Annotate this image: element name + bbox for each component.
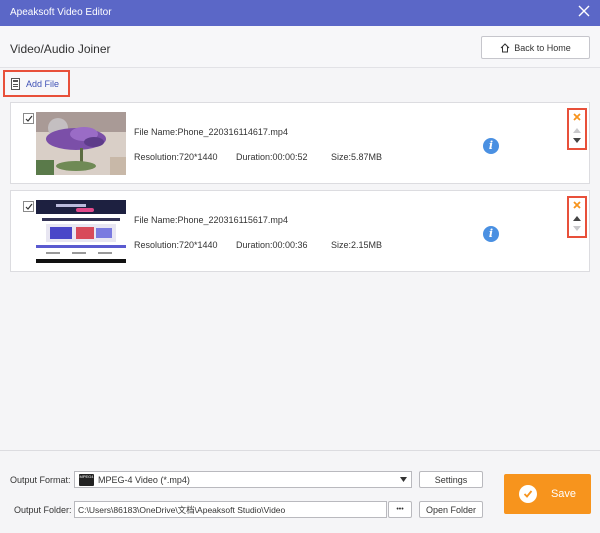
remove-icon[interactable] [572,112,582,122]
open-folder-button[interactable]: Open Folder [419,501,483,518]
file-name: File Name:Phone_220316115617.mp4 [134,215,288,225]
page-title: Video/Audio Joiner [10,42,111,56]
close-icon[interactable] [577,4,591,18]
row-controls [567,196,587,238]
video-thumbnail [36,200,126,263]
app-title: Apeaksoft Video Editor [10,7,112,18]
video-thumbnail [36,112,126,175]
remove-icon[interactable] [572,200,582,210]
row-controls [567,108,587,150]
info-icon[interactable]: i [483,226,499,242]
output-panel: Output Format: MPEG4 MPEG-4 Video (*.mp4… [0,450,600,533]
file-resolution: Resolution:720*1440 [134,240,218,250]
file-row: File Name:Phone_220316115617.mp4 Resolut… [10,190,590,272]
check-icon [518,485,537,503]
output-format-select[interactable]: MPEG4 MPEG-4 Video (*.mp4) [74,471,412,488]
arrow-up-icon[interactable] [572,214,582,222]
check-icon [25,203,33,210]
add-file-icon [11,77,20,90]
output-folder-label: Output Folder: [14,505,72,515]
file-name: File Name:Phone_220316114617.mp4 [134,127,288,137]
file-row: File Name:Phone_220316114617.mp4 Resolut… [10,102,590,184]
file-checkbox[interactable] [23,201,34,212]
file-resolution: Resolution:720*1440 [134,152,218,162]
add-file-button[interactable]: Add File [3,70,70,97]
file-size: Size:5.87MB [331,152,383,162]
output-format-value: MPEG-4 Video (*.mp4) [98,474,190,485]
chevron-down-icon [400,477,407,482]
add-file-label: Add File [26,78,60,89]
page-header: Video/Audio Joiner Back to Home [0,26,600,68]
back-to-home-button[interactable]: Back to Home [481,36,590,59]
file-size: Size:2.15MB [331,240,383,250]
title-bar: Apeaksoft Video Editor [0,0,600,26]
output-folder-field[interactable]: C:\Users\86183\OneDrive\文档\Apeaksoft Stu… [74,501,387,518]
home-icon [500,42,510,52]
file-duration: Duration:00:00:52 [236,152,308,162]
file-checkbox[interactable] [23,113,34,124]
browse-folder-button[interactable]: ••• [388,501,412,518]
output-format-label: Output Format: [10,475,71,485]
file-duration: Duration:00:00:36 [236,240,308,250]
save-button[interactable]: Save [504,474,591,514]
back-to-home-label: Back to Home [514,42,571,53]
save-label: Save [550,488,577,500]
settings-button[interactable]: Settings [419,471,483,488]
arrow-down-icon[interactable] [572,137,582,145]
arrow-up-icon[interactable] [572,126,582,134]
check-icon [25,115,33,122]
mpeg4-format-icon: MPEG4 [79,473,94,486]
arrow-down-icon[interactable] [572,225,582,233]
info-icon[interactable]: i [483,138,499,154]
